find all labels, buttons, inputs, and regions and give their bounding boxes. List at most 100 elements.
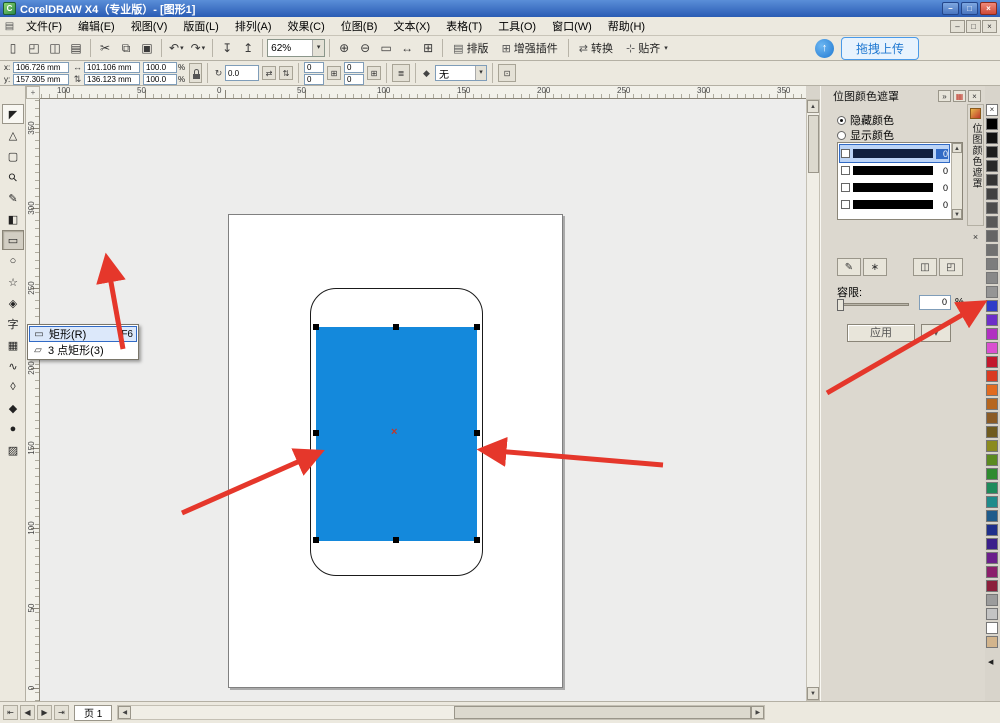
color-swatch[interactable] [986,370,998,382]
object-height-field[interactable]: 136.123 mm [84,74,140,85]
docker-grid-button[interactable]: ▦ [953,90,966,102]
tolerance-input[interactable]: 0 [919,295,951,310]
docker-chevrons-button[interactable]: » [938,90,951,102]
apply-options-button[interactable]: ▾ [921,324,951,342]
cloud-upload-icon[interactable]: ↑ [815,39,834,58]
palette-scroll-icon[interactable]: ◀ [988,658,993,666]
menu-item-8[interactable]: 文本(X) [385,16,438,36]
horizontal-scrollbar[interactable]: ◀ ▶ [117,705,765,720]
scale-h-field[interactable]: 100.0 [143,62,177,73]
previous-page-button[interactable]: ◀ [20,705,35,720]
interactive-fill-tool[interactable]: ▨ [2,440,24,460]
mask-color-row[interactable]: 0 [840,179,949,196]
zoom-in-button[interactable]: ⊕ [334,38,354,58]
color-swatch[interactable] [986,272,998,284]
next-page-button[interactable]: ▶ [37,705,52,720]
corner-tr-field[interactable]: 0 [344,62,364,73]
rectangle-tool[interactable]: ▭ [2,230,24,250]
color-swatch[interactable] [986,174,998,186]
color-swatch[interactable] [986,636,998,648]
mask-scroll-down-icon[interactable]: ▼ [952,209,962,219]
open-button[interactable]: ◰ [24,38,44,58]
tolerance-slider[interactable] [837,303,909,306]
y-position-field[interactable]: 157.305 mm [13,74,69,85]
snap-dropdown-icon[interactable]: ▾ [664,44,668,52]
color-swatch[interactable] [986,314,998,326]
smart-fill-tool[interactable]: ◧ [2,209,24,229]
menu-item-9[interactable]: 表格(T) [438,16,490,36]
mask-row-checkbox[interactable] [841,200,850,209]
color-swatch[interactable] [986,384,998,396]
color-selector-button[interactable]: ✎ [837,258,861,276]
color-swatch[interactable] [986,258,998,270]
color-swatch[interactable] [986,132,998,144]
object-width-field[interactable]: 101.106 mm [84,62,140,73]
selection-handle[interactable] [474,430,480,436]
color-swatch[interactable] [986,244,998,256]
selection-handle[interactable] [474,537,480,543]
first-page-button[interactable]: ⇤ [3,705,18,720]
eyedropper-tool[interactable]: ◊ [2,377,24,397]
zoom-page-button[interactable]: ▭ [376,38,396,58]
corner-link-button-2[interactable]: ⊞ [367,66,381,80]
color-swatch[interactable] [986,328,998,340]
vertical-scrollbar[interactable]: ▲ ▼ [806,99,820,701]
color-swatch[interactable] [986,300,998,312]
color-swatch[interactable] [986,398,998,410]
drag-upload-button[interactable]: 拖拽上传 [841,37,919,60]
redo-dropdown-icon[interactable]: ▾ [202,44,206,52]
canvas[interactable]: × [40,99,806,701]
doc-restore-button[interactable]: □ [966,20,981,33]
undo-button[interactable]: ↶▾ [166,38,187,58]
mask-color-row[interactable]: 0 [840,145,949,162]
menu-item-12[interactable]: 帮助(H) [600,16,653,36]
hide-colors-radio[interactable]: 隐藏颜色 [837,112,894,128]
vertical-ruler[interactable]: 350300250200150100500 [26,99,40,701]
maximize-button[interactable]: □ [961,2,978,15]
doc-minimize-button[interactable]: – [950,20,965,33]
typeset-button[interactable]: ▤ 排版 [447,38,494,58]
horizontal-scroll-thumb[interactable] [454,706,751,719]
color-swatch[interactable] [986,118,998,130]
outline-pen-tool[interactable]: ◆ [2,398,24,418]
plugin-button[interactable]: ⊞ 增强插件 [496,38,564,58]
menu-item-4[interactable]: 版面(L) [175,16,226,36]
color-swatch[interactable] [986,440,998,452]
crop-tool[interactable]: ▢ [2,146,24,166]
menu-item-7[interactable]: 位图(B) [333,16,386,36]
menu-item-11[interactable]: 窗口(W) [544,16,600,36]
color-swatch[interactable] [986,594,998,606]
color-swatch[interactable] [986,580,998,592]
outline-width-combo[interactable]: 无 ▾ [435,65,487,81]
freehand-tool[interactable]: ✎ [2,188,24,208]
selection-handle[interactable] [313,430,319,436]
flyout-rectangle[interactable]: ▭矩形(R)F6 [29,326,137,342]
tolerance-slider-handle[interactable] [837,299,844,311]
page-tab[interactable]: 页 1 [74,705,112,721]
color-swatch[interactable] [986,538,998,550]
shape-tool[interactable]: △ [2,125,24,145]
docker-tab-close-button[interactable]: × [967,230,984,245]
convert-button[interactable]: ⇄ 转换 [573,38,619,58]
mirror-vertical-button[interactable]: ⇅ [279,66,293,80]
zoom-tool[interactable]: ⚲ [2,167,24,187]
close-button[interactable]: × [980,2,997,15]
print-button[interactable]: ▤ [66,38,86,58]
selection-handle[interactable] [313,324,319,330]
pick-tool[interactable]: ◤ [2,104,24,124]
color-swatch[interactable] [986,202,998,214]
color-swatch[interactable] [986,510,998,522]
scale-v-field[interactable]: 100.0 [143,74,177,85]
color-swatch[interactable] [986,160,998,172]
corner-link-button[interactable]: ⊞ [327,66,341,80]
color-swatch[interactable] [986,146,998,158]
zoom-out-button[interactable]: ⊖ [355,38,375,58]
docker-close-button[interactable]: × [968,90,981,102]
zoom-width-button[interactable]: ↔ [397,38,417,58]
snap-button[interactable]: ⊹ 贴齐 ▾ [620,38,674,58]
doc-close-button[interactable]: × [982,20,997,33]
color-swatch[interactable] [986,552,998,564]
polygon-tool[interactable]: ☆ [2,272,24,292]
cut-button[interactable]: ✂ [95,38,115,58]
redo-button[interactable]: ↷▾ [188,38,209,58]
